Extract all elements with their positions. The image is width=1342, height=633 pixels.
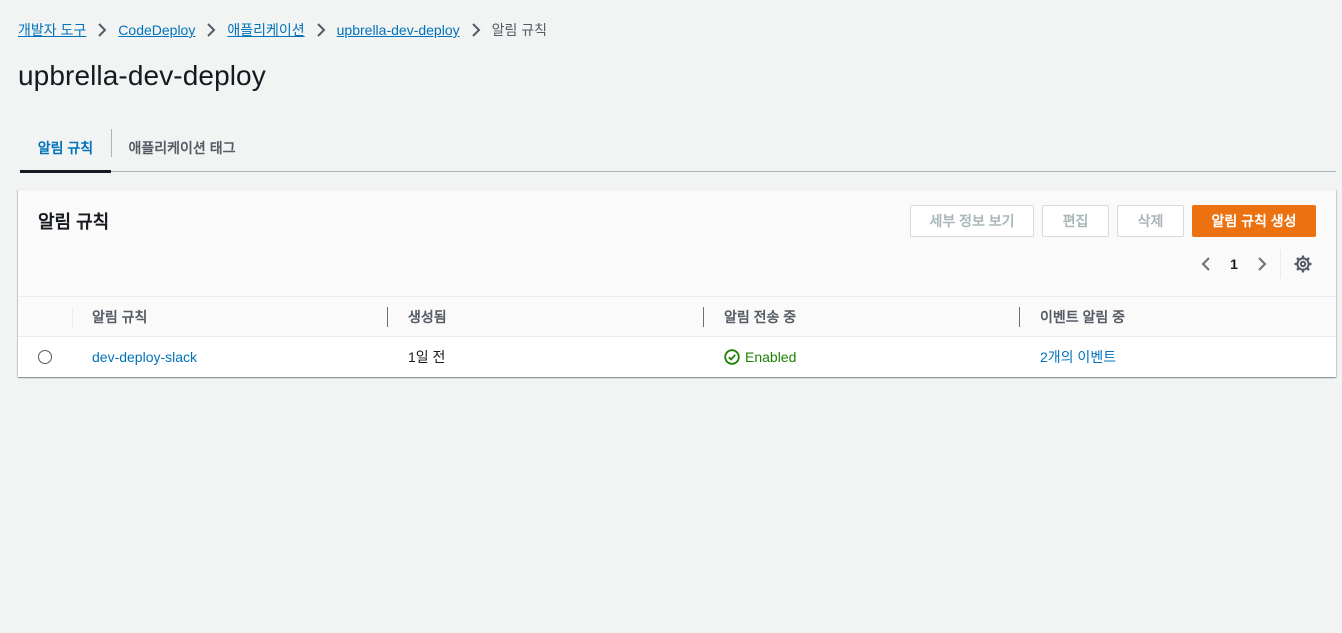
column-divider — [1019, 307, 1020, 327]
page-title: upbrella-dev-deploy — [18, 60, 266, 91]
table-row: dev-deploy-slack 1일 전 Enabled 2개의 이벤트 — [18, 337, 1336, 377]
breadcrumb-item-codedeploy[interactable]: CodeDeploy — [118, 22, 195, 38]
created-value: 1일 전 — [408, 349, 446, 365]
check-circle-icon — [724, 349, 740, 365]
chevron-right-icon[interactable] — [1250, 250, 1274, 278]
table-header: 알림 규칙 생성됨 알림 전송 중 이벤트 알림 중 — [18, 297, 1336, 337]
column-header-rule-name[interactable]: 알림 규칙 — [92, 297, 147, 337]
column-header-events[interactable]: 이벤트 알림 중 — [1040, 297, 1125, 337]
panel-title: 알림 규칙 — [38, 212, 110, 232]
chevron-right-icon — [86, 20, 118, 40]
chevron-right-icon — [305, 20, 337, 40]
view-details-button[interactable]: 세부 정보 보기 — [910, 205, 1034, 237]
status-badge: Enabled — [724, 337, 796, 377]
row-select-radio[interactable] — [38, 350, 52, 364]
edit-button[interactable]: 편집 — [1042, 205, 1109, 237]
tab-application-tags[interactable]: 애플리케이션 태그 — [112, 124, 252, 172]
column-header-sending[interactable]: 알림 전송 중 — [724, 297, 796, 337]
column-header-created[interactable]: 생성됨 — [408, 297, 447, 337]
gear-icon[interactable] — [1292, 253, 1314, 275]
pagination-divider — [1280, 250, 1281, 278]
panel-header: 알림 규칙 세부 정보 보기 편집 삭제 알림 규칙 생성 1 — [18, 190, 1336, 297]
breadcrumb-item-developer-tools[interactable]: 개발자 도구 — [18, 20, 86, 40]
tab-bar: 알림 규칙 애플리케이션 태그 — [20, 124, 1336, 173]
column-divider — [72, 307, 73, 327]
breadcrumb-item-applications[interactable]: 애플리케이션 — [227, 20, 304, 40]
page-number[interactable]: 1 — [1218, 250, 1250, 278]
delete-button[interactable]: 삭제 — [1117, 205, 1184, 237]
status-text: Enabled — [745, 349, 797, 365]
pagination: 1 — [1194, 250, 1274, 278]
create-notification-rule-button[interactable]: 알림 규칙 생성 — [1192, 205, 1316, 237]
rule-name-link[interactable]: dev-deploy-slack — [92, 337, 197, 377]
column-divider — [703, 307, 704, 327]
notification-rules-panel: 알림 규칙 세부 정보 보기 편집 삭제 알림 규칙 생성 1 알림 규칙 생성… — [18, 189, 1336, 377]
chevron-right-icon — [195, 20, 227, 40]
column-divider — [387, 307, 388, 327]
breadcrumb-current: 알림 규칙 — [491, 22, 548, 38]
breadcrumb: 개발자 도구 CodeDeploy 애플리케이션 upbrella-dev-de… — [18, 20, 547, 40]
tab-notification-rules[interactable]: 알림 규칙 — [20, 124, 111, 173]
chevron-right-icon — [460, 20, 492, 40]
chevron-left-icon[interactable] — [1194, 250, 1218, 278]
breadcrumb-item-application[interactable]: upbrella-dev-deploy — [337, 22, 460, 38]
events-link[interactable]: 2개의 이벤트 — [1040, 337, 1116, 377]
page: 개발자 도구 CodeDeploy 애플리케이션 upbrella-dev-de… — [0, 0, 1342, 633]
